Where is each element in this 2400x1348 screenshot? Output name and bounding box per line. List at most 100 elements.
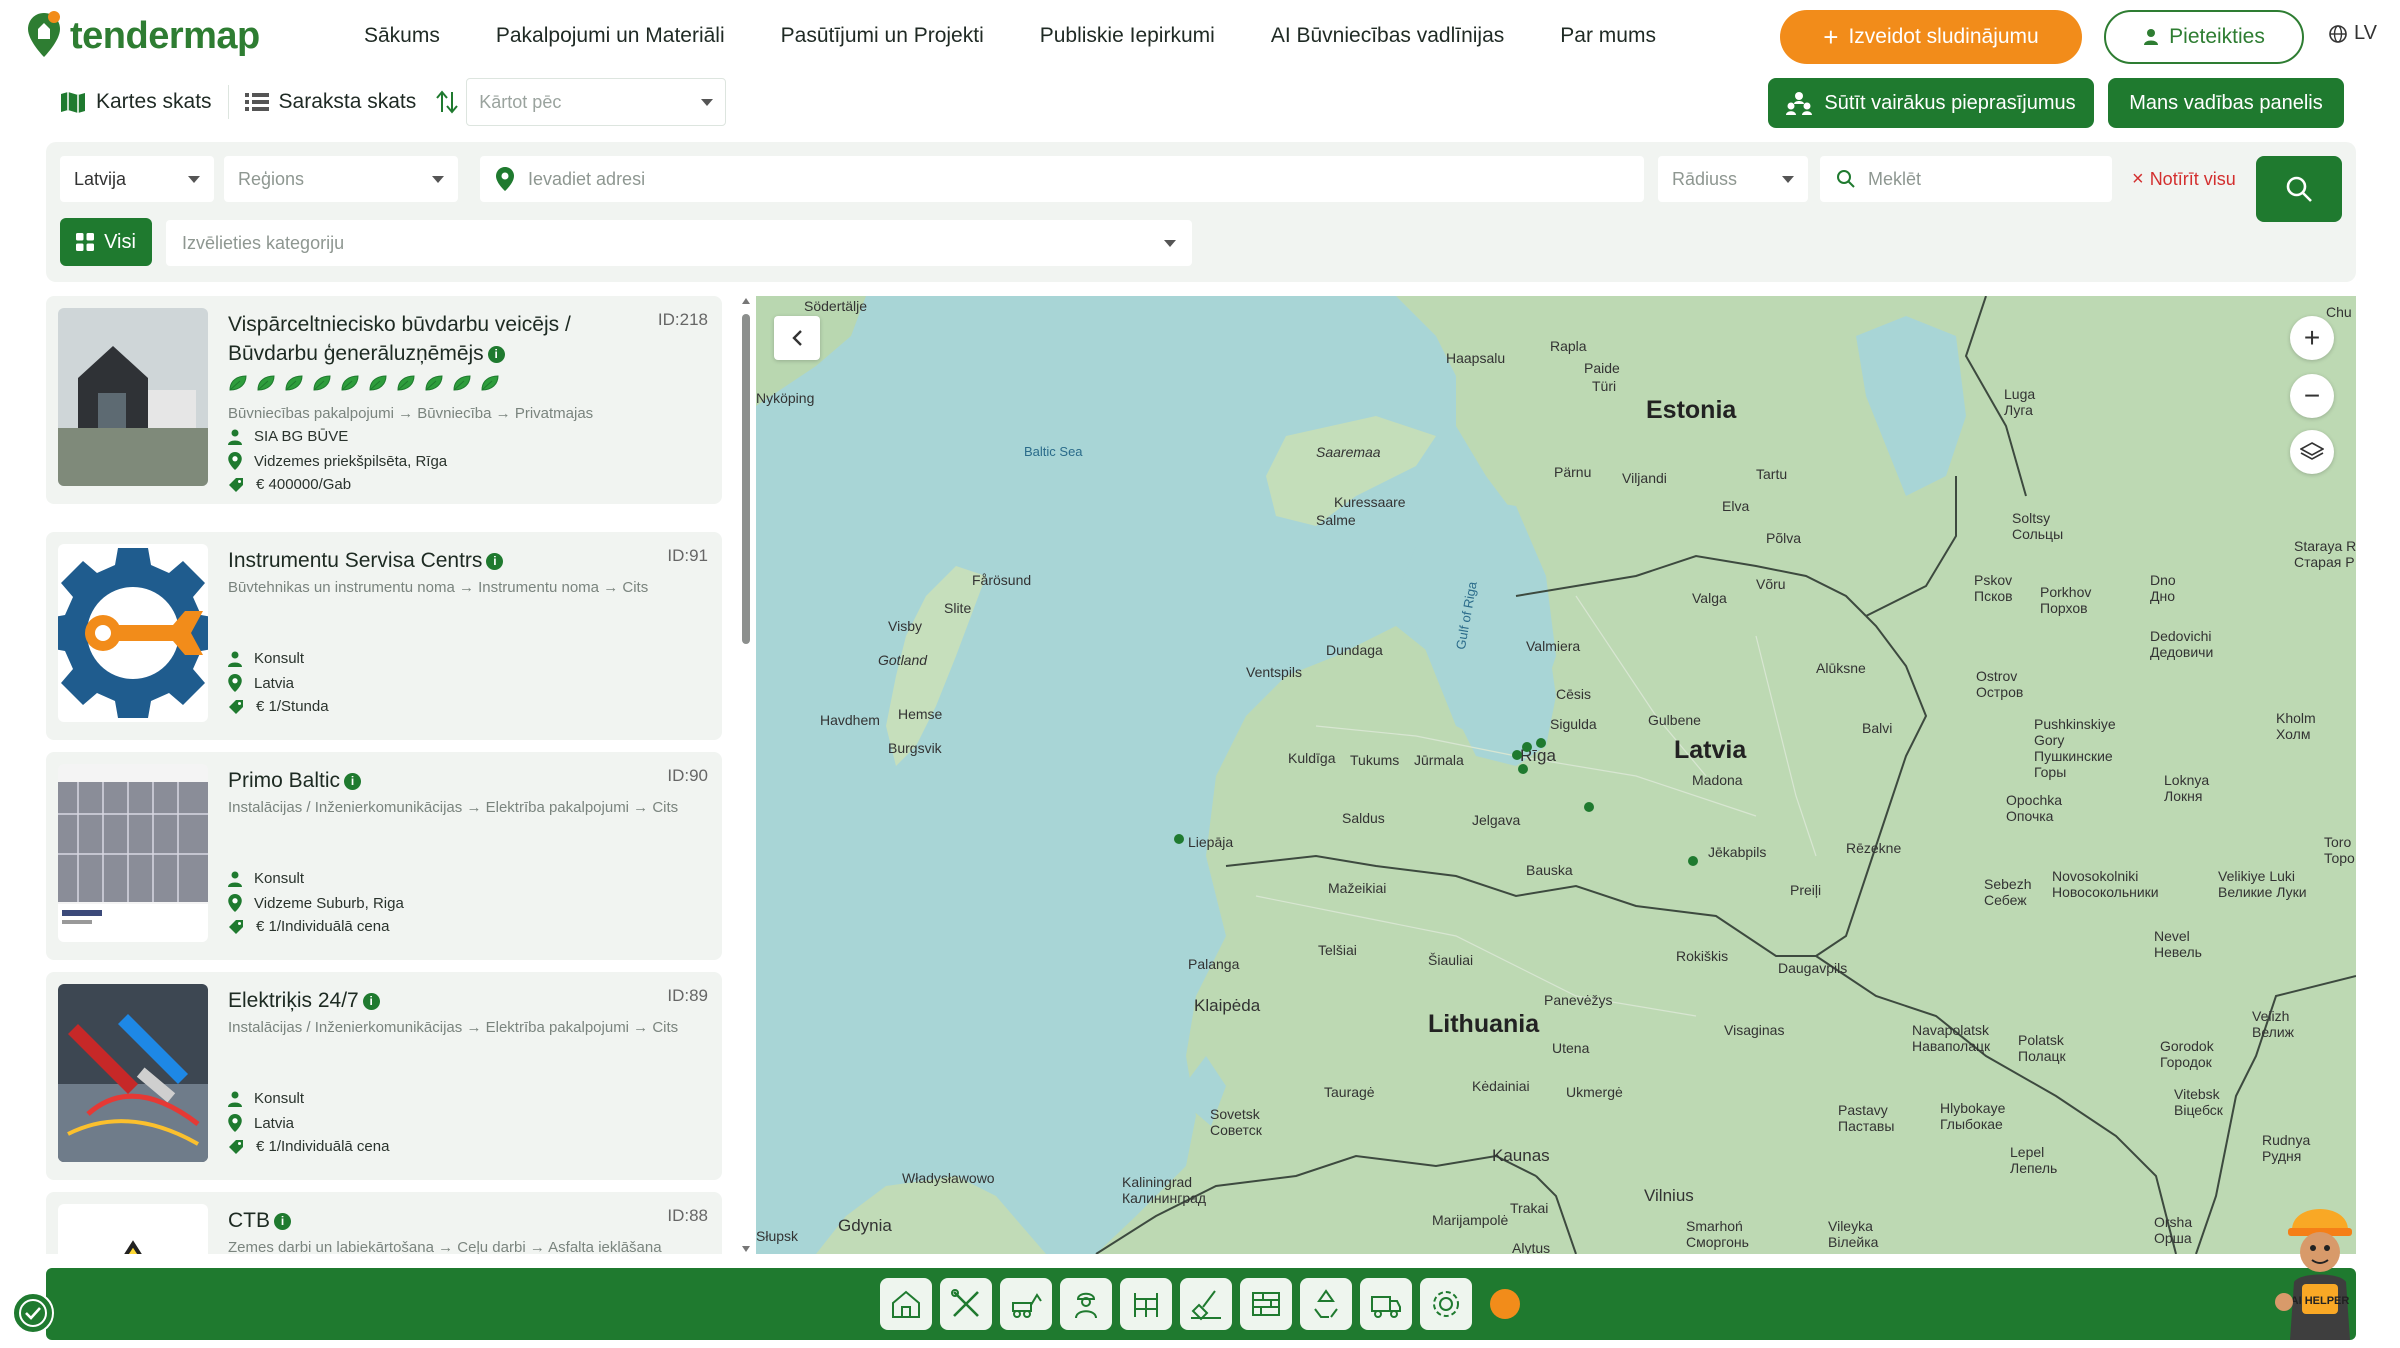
- nav-home[interactable]: Sākums: [364, 24, 440, 48]
- listing-title[interactable]: CTB i: [228, 1206, 648, 1235]
- listing-card[interactable]: Instrumentu Servisa Centrs i ID:91 Būvteh…: [46, 532, 722, 740]
- listing-location: Latvia: [228, 1114, 294, 1132]
- zoom-out-button[interactable]: −: [2290, 374, 2334, 418]
- all-categories-button[interactable]: Visi: [60, 218, 152, 266]
- price-text: € 1/Individuālā cena: [256, 918, 390, 935]
- send-multiple-requests-button[interactable]: Sūtīt vairākus pieprasījumus: [1768, 78, 2094, 128]
- listing-image: [58, 984, 208, 1162]
- create-listing-button[interactable]: + Izveidot sludinājumu: [1780, 10, 2082, 64]
- scaffolding-category-button[interactable]: [1120, 1278, 1172, 1330]
- search-button[interactable]: [2256, 156, 2342, 222]
- country-select[interactable]: Latvija: [60, 156, 214, 202]
- listing-id: ID:90: [667, 766, 708, 785]
- listing-title-text: Vispārceltniecisko būvdarbu veicējs / Bū…: [228, 313, 571, 365]
- dashboard-label: Mans vadības panelis: [2129, 91, 2323, 114]
- info-icon[interactable]: i: [344, 773, 362, 790]
- map-label-city: Kaunas: [1492, 1146, 1550, 1165]
- map-marker[interactable]: [1688, 856, 1698, 866]
- address-input[interactable]: Ievadiet adresi: [480, 156, 1644, 202]
- accessibility-badge[interactable]: [12, 1292, 54, 1334]
- listing-card[interactable]: CTB i ID:88 Zemes darbi un labiekārtošana…: [46, 1192, 722, 1254]
- landscaping-category-button[interactable]: [1180, 1278, 1232, 1330]
- region-select[interactable]: Reģions: [224, 156, 458, 202]
- sort-icon[interactable]: [436, 90, 459, 114]
- map-label-country: Latvia: [1674, 736, 1747, 764]
- map-marker[interactable]: [1522, 742, 1532, 752]
- map-label-city: Ukmergė: [1566, 1084, 1623, 1100]
- listing-title[interactable]: Primo Baltic i: [228, 766, 648, 795]
- nav-services[interactable]: Pakalpojumi un Materiāli: [496, 24, 725, 48]
- map-marker[interactable]: [1536, 738, 1546, 748]
- nav-procurement[interactable]: Publiskie Iepirkumi: [1040, 24, 1215, 48]
- info-icon[interactable]: i: [362, 993, 380, 1010]
- listing-title[interactable]: Elektriķis 24/7 i: [228, 986, 648, 1015]
- dashboard-button[interactable]: Mans vadības panelis: [2108, 78, 2344, 128]
- map-label-city: Jēkabpils: [1708, 844, 1767, 860]
- category-icons: [880, 1278, 1520, 1330]
- price-tag-icon: [229, 477, 243, 492]
- listing-card[interactable]: Vispārceltniecisko būvdarbu veicējs / Bū…: [46, 296, 722, 504]
- map-view-button[interactable]: Kartes skats: [56, 78, 216, 126]
- scroll-up-icon[interactable]: [742, 298, 750, 304]
- listing-title[interactable]: Instrumentu Servisa Centrs i: [228, 546, 648, 575]
- clear-all-button[interactable]: × Notīrīt visu: [2132, 168, 2236, 191]
- map[interactable]: Baltic Sea Gulf of Riga Estonia Latvia L…: [756, 296, 2356, 1254]
- map-marker[interactable]: [1584, 802, 1594, 812]
- address-placeholder: Ievadiet adresi: [528, 168, 646, 189]
- sort-select[interactable]: Kārtot pēc: [466, 78, 727, 126]
- language-selector[interactable]: LV: [2328, 22, 2377, 45]
- map-marker[interactable]: [1518, 764, 1528, 774]
- leaf-icon: [313, 375, 331, 391]
- map-label-country: Estonia: [1646, 396, 1737, 424]
- listing-image: [58, 544, 208, 722]
- construction-category-button[interactable]: [880, 1278, 932, 1330]
- nav-about[interactable]: Par mums: [1560, 24, 1656, 48]
- workers-category-button[interactable]: [1060, 1278, 1112, 1330]
- user-icon: [2144, 29, 2159, 45]
- listing-price: € 1/Individuālā cena: [228, 918, 389, 935]
- listing-card[interactable]: Primo Baltic i ID:90 Instalācijas / Inžen…: [46, 752, 722, 960]
- listing-title[interactable]: Vispārceltniecisko būvdarbu veicējs / Bū…: [228, 310, 648, 368]
- search-input[interactable]: Meklēt: [1820, 156, 2112, 202]
- map-label-city: Porkhov Порхов: [2040, 584, 2092, 616]
- materials-category-button[interactable]: [1240, 1278, 1292, 1330]
- list-view-button[interactable]: Saraksta skats: [241, 78, 421, 126]
- layers-button[interactable]: [2290, 430, 2334, 474]
- map-label-sea: Baltic Sea: [1024, 444, 1083, 459]
- more-categories-button[interactable]: [1490, 1289, 1520, 1319]
- transport-category-button[interactable]: [1360, 1278, 1412, 1330]
- excavator-icon: [1012, 1293, 1042, 1318]
- radius-select[interactable]: Rādiuss: [1658, 156, 1808, 202]
- map-label-city: Elva: [1722, 498, 1750, 514]
- collapse-list-button[interactable]: [774, 316, 820, 360]
- location-pin-icon: [228, 674, 242, 692]
- listing-card[interactable]: Elektriķis 24/7 i ID:89 Instalācijas / In…: [46, 972, 722, 1180]
- map-label-city: Rokiškis: [1676, 948, 1729, 964]
- scroll-thumb[interactable]: [742, 314, 750, 644]
- tools-category-button[interactable]: [940, 1278, 992, 1330]
- location-pin-icon: [228, 1114, 242, 1132]
- map-label-island: Saaremaa: [1316, 444, 1381, 460]
- map-label-city: Cēsis: [1556, 686, 1592, 702]
- scroll-down-icon[interactable]: [742, 1246, 750, 1252]
- info-icon[interactable]: i: [487, 346, 505, 363]
- login-button[interactable]: Pieteikties: [2104, 10, 2304, 64]
- nav-orders[interactable]: Pasūtījumi un Projekti: [781, 24, 984, 48]
- settings-category-button[interactable]: [1420, 1278, 1472, 1330]
- nav-ai-guidelines[interactable]: AI Būvniecības vadlīnijas: [1271, 24, 1504, 48]
- info-icon[interactable]: i: [274, 1213, 291, 1230]
- listing-scrollbar[interactable]: [740, 296, 752, 1254]
- map-marker[interactable]: [1512, 750, 1522, 760]
- logo[interactable]: tendermap: [24, 8, 260, 64]
- recycle-icon: [1314, 1289, 1338, 1318]
- category-select[interactable]: Izvēlieties kategoriju: [166, 220, 1192, 266]
- map-marker[interactable]: [1174, 834, 1184, 844]
- list-icon: [244, 93, 269, 111]
- ai-helper-mascot[interactable]: AI HELPER: [2270, 1190, 2370, 1340]
- map-label-city: Marijampolė: [1432, 1212, 1509, 1228]
- recycling-category-button[interactable]: [1300, 1278, 1352, 1330]
- zoom-in-button[interactable]: +: [2290, 316, 2334, 360]
- info-icon[interactable]: i: [486, 553, 504, 570]
- search-icon: [2286, 176, 2312, 202]
- machinery-category-button[interactable]: [1000, 1278, 1052, 1330]
